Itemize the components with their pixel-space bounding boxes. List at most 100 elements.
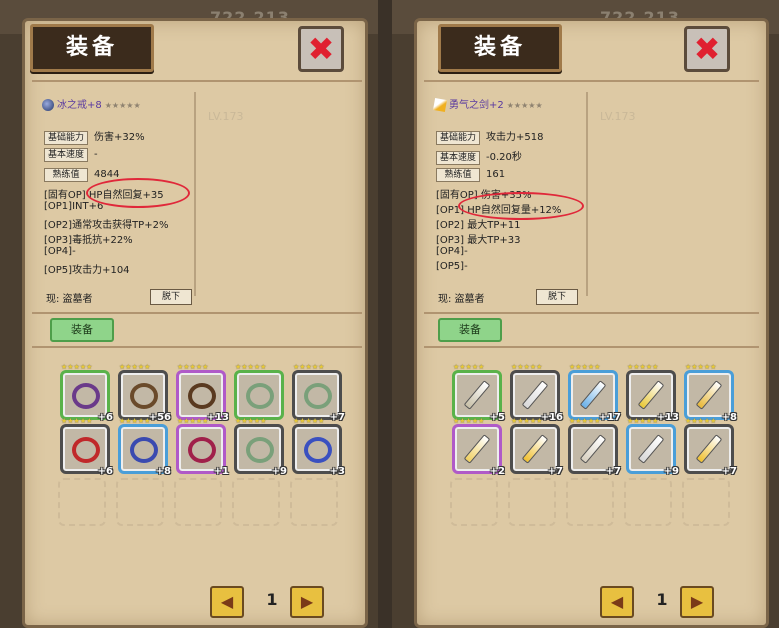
- slot-stars: ★★★★★: [61, 417, 93, 425]
- current-owner: 现: 盗墓者: [46, 294, 93, 305]
- inventory-slot[interactable]: ★★★★★ +7: [568, 417, 621, 477]
- unequip-button[interactable]: 脱下: [536, 289, 578, 305]
- enhance-level: +6: [97, 412, 113, 423]
- slot-stars: ★★★★★: [685, 417, 717, 425]
- right-arrow-icon: ▶: [690, 592, 704, 611]
- option-row: [OP4]-: [436, 246, 468, 257]
- stat-label: 基本速度: [436, 151, 480, 165]
- current-owner: 现: 盗墓者: [438, 294, 485, 305]
- enhance-level: +13: [656, 412, 679, 423]
- empty-slot: [290, 478, 338, 526]
- ring-icon: [188, 383, 216, 409]
- inventory-slot[interactable]: ★★★★★: [234, 363, 284, 420]
- comparison-area: LV.173: [200, 100, 350, 310]
- item-info-box: 冰之戒+8 ★★★★★ 基础能力 伤害+32% 基本速度 - 熟练值 4844 [固有O…: [32, 86, 196, 312]
- info-separator: [194, 92, 196, 296]
- next-page-button[interactable]: ▶: [290, 586, 324, 618]
- equip-tab-button[interactable]: 装备: [438, 318, 502, 342]
- inventory-slot[interactable]: ★★★★★ +6: [60, 363, 113, 423]
- pagination: ◀ 1 ▶: [210, 586, 335, 618]
- inventory-slot[interactable]: ★★★★★ +17: [568, 363, 621, 423]
- slot-stars: ★★★★★: [293, 363, 325, 371]
- inventory-slot[interactable]: ★★★★★ +13: [626, 363, 679, 423]
- option-text: -: [464, 246, 468, 257]
- inventory-slot[interactable]: ★★★★★ +8: [118, 417, 171, 477]
- prev-page-button[interactable]: ◀: [210, 586, 244, 618]
- stat-value: 161: [486, 169, 506, 180]
- inventory-slot[interactable]: ★★★★★ +3: [292, 417, 345, 477]
- option-prefix: [OP5]: [436, 261, 465, 272]
- stat-row: 基础能力 攻击力+518: [436, 128, 543, 145]
- option-prefix: [OP5]: [44, 265, 73, 276]
- stat-label: 熟练值: [44, 168, 88, 182]
- close-button[interactable]: ✖: [684, 26, 730, 72]
- inventory-slot[interactable]: ★★★★★ +13: [176, 363, 229, 423]
- slot-stars: ★★★★★: [235, 363, 267, 371]
- sword-icon: [637, 434, 665, 464]
- inventory-slot[interactable]: ★★★★★ +2: [452, 417, 505, 477]
- option-row: [OP1]INT+6: [44, 201, 103, 212]
- option-row: [OP3]毒抵抗+22%: [44, 231, 133, 246]
- slot-stars: ★★★★★: [511, 417, 543, 425]
- ring-icon: [130, 383, 158, 409]
- rarity-stars: ★★★★★: [104, 101, 141, 110]
- comparison-area: LV.173: [592, 100, 742, 310]
- inventory-slot[interactable]: ★★★★★ +7: [684, 417, 737, 477]
- item-name: 冰之戒+8: [57, 100, 102, 111]
- stat-value: -0.20秒: [486, 152, 522, 163]
- option-prefix: [OP3]: [44, 235, 73, 246]
- inventory-slot[interactable]: ★★★★★ +7: [510, 417, 563, 477]
- stat-row: 基础能力 伤害+32%: [44, 128, 145, 145]
- option-row: [OP3] 最大TP+33: [436, 231, 521, 246]
- sword-icon: [695, 434, 723, 464]
- close-button[interactable]: ✖: [298, 26, 344, 72]
- option-prefix: [OP3]: [436, 235, 465, 246]
- enhance-level: +1: [213, 466, 229, 477]
- option-prefix: [OP2]: [436, 220, 465, 231]
- option-text: 最大TP+11: [467, 220, 521, 231]
- close-icon: ✖: [307, 30, 335, 68]
- empty-slot: [58, 478, 106, 526]
- divider: [424, 346, 759, 348]
- slot-stars: ★★★★★: [235, 417, 267, 425]
- close-icon: ✖: [693, 30, 721, 68]
- inventory-slot[interactable]: ★★★★★ +7: [292, 363, 345, 423]
- inventory-slot[interactable]: ★★★★★ +8: [684, 363, 737, 423]
- ring-icon: [42, 99, 54, 111]
- empty-slot: [682, 478, 730, 526]
- equip-tab-button[interactable]: 装备: [50, 318, 114, 342]
- empty-slot: [232, 478, 280, 526]
- inventory-slot[interactable]: ★★★★★ +6: [60, 417, 113, 477]
- enhance-level: +17: [598, 412, 621, 423]
- slot-stars: ★★★★★: [511, 363, 543, 371]
- page-title: 装备: [65, 35, 118, 60]
- inventory-slot[interactable]: ★★★★★ +56: [118, 363, 171, 423]
- slot-stars: ★★★★★: [119, 363, 151, 371]
- option-text: 攻击力+104: [72, 265, 130, 276]
- inventory-slot[interactable]: ★★★★★ +1: [176, 417, 229, 477]
- inventory-slot[interactable]: ★★★★★ +9: [626, 417, 679, 477]
- equipment-panel-left: 722,213 装备 ✖ LV.173 冰之戒+8★★★★★ 基础能力伤害+32…: [0, 0, 378, 628]
- inventory-slot[interactable]: ★★★★★ +9: [234, 417, 287, 477]
- left-arrow-icon: ◀: [610, 592, 624, 611]
- ring-icon: [188, 437, 216, 463]
- ghost-level: LV.173: [600, 110, 636, 123]
- title-plate: 装备: [30, 24, 154, 72]
- enhance-level: +16: [540, 412, 563, 423]
- option-row: [OP5]攻击力+104: [44, 261, 130, 276]
- inventory-slot[interactable]: ★★★★★ +16: [510, 363, 563, 423]
- page-number: 1: [266, 590, 278, 609]
- option-row: [OP5]-: [436, 261, 468, 272]
- empty-slot: [624, 478, 672, 526]
- prev-page-button[interactable]: ◀: [600, 586, 634, 618]
- enhance-level: +9: [663, 466, 679, 477]
- inventory-slot[interactable]: ★★★★★ +5: [452, 363, 505, 423]
- next-page-button[interactable]: ▶: [680, 586, 714, 618]
- ring-icon: [72, 383, 100, 409]
- slot-stars: ★★★★★: [293, 417, 325, 425]
- stat-label: 基础能力: [44, 131, 88, 145]
- unequip-button[interactable]: 脱下: [150, 289, 192, 305]
- enhance-level: +7: [605, 466, 621, 477]
- slot-stars: ★★★★★: [627, 363, 659, 371]
- stat-value: 伤害+32%: [94, 132, 145, 143]
